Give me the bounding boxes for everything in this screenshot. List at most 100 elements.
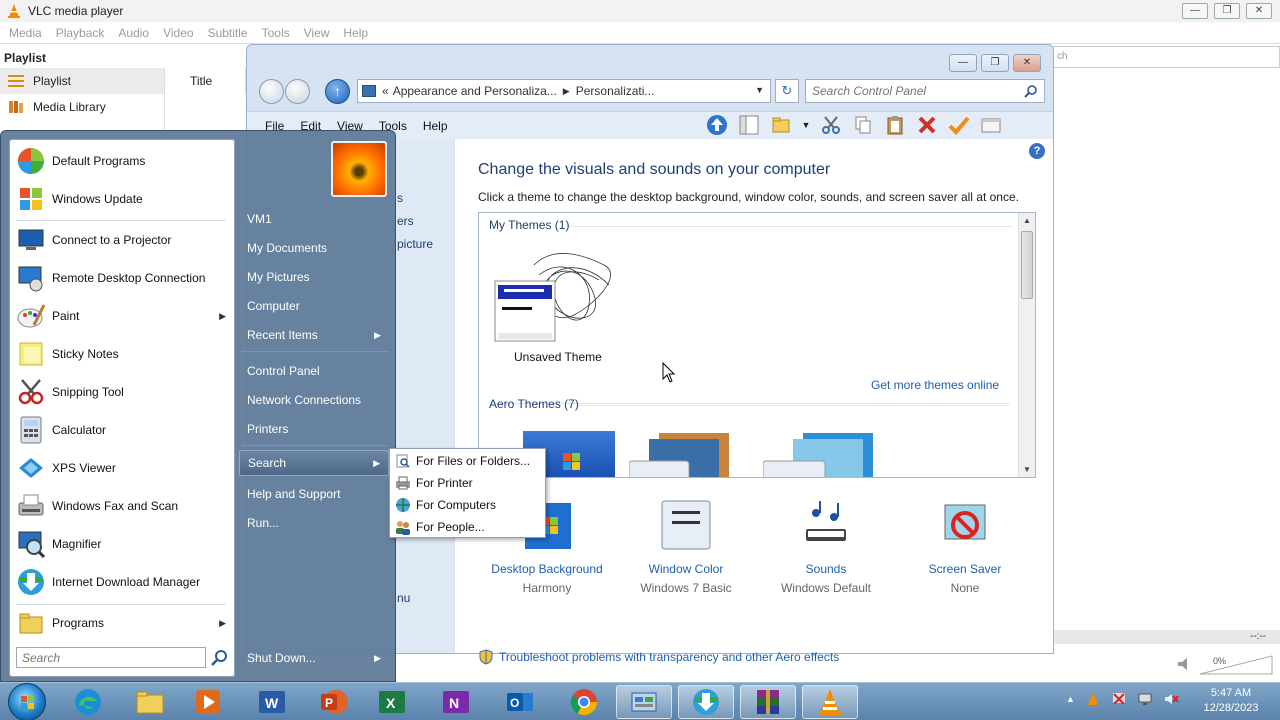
vlc-sidebar-media-library[interactable]: Media Library [0, 94, 164, 120]
taskbar-idm[interactable] [678, 685, 734, 719]
cp-search-input[interactable] [806, 80, 1006, 102]
start-item-windows-update[interactable]: Windows Update [14, 181, 232, 217]
taskbar-word[interactable]: W [244, 685, 300, 719]
troubleshoot-link[interactable]: Troubleshoot problems with transparency … [499, 650, 839, 664]
help-icon[interactable]: ? [1029, 143, 1045, 159]
screen-saver-item[interactable]: Screen Saver None [895, 499, 1035, 595]
taskbar-file-explorer[interactable] [122, 685, 178, 719]
start-search-input[interactable] [17, 648, 197, 667]
cp-search-box[interactable] [805, 79, 1045, 103]
start-item-connect-projector[interactable]: Connect to a Projector [14, 222, 232, 258]
taskbar-media-player[interactable] [180, 685, 236, 719]
aero-theme-characters[interactable] [762, 431, 883, 477]
paste-icon[interactable] [883, 113, 907, 137]
start-item-idm[interactable]: Internet Download Manager [14, 564, 232, 600]
back-button[interactable] [259, 79, 284, 104]
address-bar[interactable]: « Appearance and Personaliza... ▶ Person… [357, 79, 771, 103]
taskbar-outlook[interactable]: O [492, 685, 548, 719]
taskbar-onenote[interactable]: N [428, 685, 484, 719]
vlc-menu-tools[interactable]: Tools [255, 26, 297, 40]
vlc-menu-playback[interactable]: Playback [49, 26, 112, 40]
desktop-background-label[interactable]: Desktop Background [477, 562, 617, 576]
left-link-fragment[interactable]: nu [397, 591, 410, 605]
taskbar-winrar[interactable] [740, 685, 796, 719]
submenu-arrow-icon[interactable]: ▶ [374, 653, 381, 664]
start-item-magnifier[interactable]: Magnifier [14, 526, 232, 562]
volume-muted-icon[interactable] [1163, 691, 1179, 707]
show-hidden-icons-icon[interactable]: ▲ [1066, 694, 1075, 704]
search-people[interactable]: For People... [393, 516, 543, 538]
vlc-sidebar-scrollbar[interactable] [164, 68, 180, 138]
vlc-minimize-button[interactable]: — [1182, 3, 1208, 19]
search-files-folders[interactable]: For Files or Folders... [393, 450, 543, 472]
refresh-button[interactable]: ↻ [775, 79, 799, 103]
left-link-fragment[interactable]: ers [397, 214, 414, 228]
breadcrumb-personalization[interactable]: Personalizati... [576, 84, 655, 98]
action-center-icon[interactable] [1111, 691, 1127, 707]
taskbar-clock[interactable]: 5:47 AM 12/28/2023 [1194, 686, 1268, 716]
cp-menu-help[interactable]: Help [415, 119, 456, 133]
submenu-arrow-icon[interactable]: ▶ [219, 618, 226, 629]
unsaved-theme-thumbnail[interactable] [494, 245, 618, 345]
scrollbar-thumb[interactable] [1021, 231, 1033, 299]
start-link-my-pictures[interactable]: My Pictures [239, 264, 389, 290]
start-link-printers[interactable]: Printers [239, 416, 389, 442]
pane-icon[interactable] [737, 113, 761, 137]
delete-icon[interactable] [915, 113, 939, 137]
start-link-help-support[interactable]: Help and Support [239, 481, 389, 507]
taskbar-excel[interactable]: X [364, 685, 420, 719]
start-link-my-documents[interactable]: My Documents [239, 235, 389, 261]
screen-saver-label[interactable]: Screen Saver [895, 562, 1035, 576]
network-icon[interactable] [1137, 691, 1153, 707]
sounds-item[interactable]: Sounds Windows Default [756, 499, 896, 595]
vlc-menu-help[interactable]: Help [336, 26, 375, 40]
aero-theme-architecture[interactable] [628, 431, 747, 477]
start-item-sticky-notes[interactable]: Sticky Notes [14, 336, 232, 372]
user-picture[interactable] [331, 141, 387, 197]
start-item-remote-desktop[interactable]: Remote Desktop Connection [14, 260, 232, 296]
taskbar-vlc[interactable] [802, 685, 858, 719]
start-link-computer[interactable]: Computer [239, 293, 389, 319]
cut-icon[interactable] [819, 113, 843, 137]
vlc-column-title[interactable]: Title [186, 68, 246, 94]
vlc-seek-bar[interactable] [1052, 630, 1280, 644]
troubleshoot-link-row[interactable]: Troubleshoot problems with transparency … [478, 649, 839, 665]
search-icon[interactable] [210, 648, 230, 668]
cp-minimize-button[interactable]: — [949, 54, 977, 72]
vlc-menu-view[interactable]: View [297, 26, 337, 40]
vlc-menu-video[interactable]: Video [156, 26, 200, 40]
taskbar-powerpoint[interactable]: P [306, 685, 362, 719]
search-icon[interactable] [1024, 84, 1038, 98]
start-item-xps-viewer[interactable]: XPS Viewer [14, 450, 232, 486]
unsaved-theme-label[interactable]: Unsaved Theme [514, 350, 602, 364]
search-computers[interactable]: For Computers [393, 494, 543, 516]
window-properties-icon[interactable] [979, 113, 1003, 137]
get-more-themes-link[interactable]: Get more themes online [871, 378, 999, 392]
start-link-user[interactable]: VM1 [239, 206, 389, 232]
start-search-box[interactable] [16, 647, 206, 668]
taskbar-chrome[interactable] [556, 685, 612, 719]
start-item-snipping-tool[interactable]: Snipping Tool [14, 374, 232, 410]
start-link-control-panel[interactable]: Control Panel [239, 358, 389, 384]
start-item-paint[interactable]: Paint ▶ [14, 298, 232, 334]
submenu-arrow-icon[interactable]: ▶ [219, 311, 226, 322]
taskbar-control-panel[interactable] [616, 685, 672, 719]
vlc-search-field[interactable]: ch [1052, 46, 1280, 68]
shut-down-button[interactable]: Shut Down... ▶ [239, 645, 389, 671]
vlc-tray-icon[interactable] [1085, 691, 1101, 707]
vlc-maximize-button[interactable]: ❐ [1214, 3, 1240, 19]
taskbar-edge[interactable] [60, 685, 116, 719]
start-link-network-connections[interactable]: Network Connections [239, 387, 389, 413]
window-color-item[interactable]: Window Color Windows 7 Basic [616, 499, 756, 595]
start-item-default-programs[interactable]: Default Programs [14, 143, 232, 179]
window-color-label[interactable]: Window Color [616, 562, 756, 576]
start-link-run[interactable]: Run... [239, 510, 389, 536]
start-link-search[interactable]: Search ▶ [239, 450, 389, 476]
search-printer[interactable]: For Printer [393, 472, 543, 494]
vlc-menu-subtitle[interactable]: Subtitle [201, 26, 255, 40]
start-link-recent-items[interactable]: Recent Items ▶ [239, 322, 389, 348]
vlc-close-button[interactable]: ✕ [1246, 3, 1272, 19]
breadcrumb-appearance[interactable]: Appearance and Personaliza... [393, 84, 557, 98]
up-button[interactable]: ↑ [325, 79, 350, 104]
vlc-sidebar-playlist[interactable]: Playlist [0, 68, 164, 94]
